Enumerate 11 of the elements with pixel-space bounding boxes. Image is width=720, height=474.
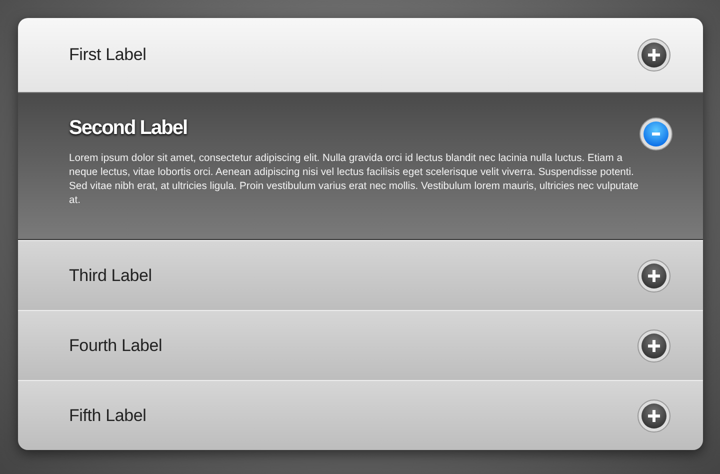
panel-title[interactable]: Third Label xyxy=(69,266,152,286)
minus-icon[interactable] xyxy=(639,117,673,151)
panel-text: Lorem ipsum dolor sit amet, consectetur adipiscing elit. Nulla gravida orci id lectus blandit nec lacinia nulla luctus. Etiam a neque lectus, vitae lobortis orci. Aenean adipiscing nisi vel lectus facilisis eget scelerisque velit viverra. Suspendisse potenti. Sed vitae nibh erat, at ultricies ligula. Proin vestibulum varius erat nec mollis. Vestibulum lorem mauris, ultricies nec vulputate at. xyxy=(69,152,639,208)
plus-icon[interactable] xyxy=(637,398,671,432)
panel-title[interactable]: Second Label xyxy=(69,117,639,140)
panel-title[interactable]: Fourth Label xyxy=(69,336,162,356)
plus-icon[interactable] xyxy=(637,38,671,72)
panel-title[interactable]: First Label xyxy=(69,45,146,65)
plus-icon[interactable] xyxy=(637,258,671,292)
plus-icon[interactable] xyxy=(637,328,671,362)
panel-title[interactable]: Fifth Label xyxy=(69,406,146,426)
